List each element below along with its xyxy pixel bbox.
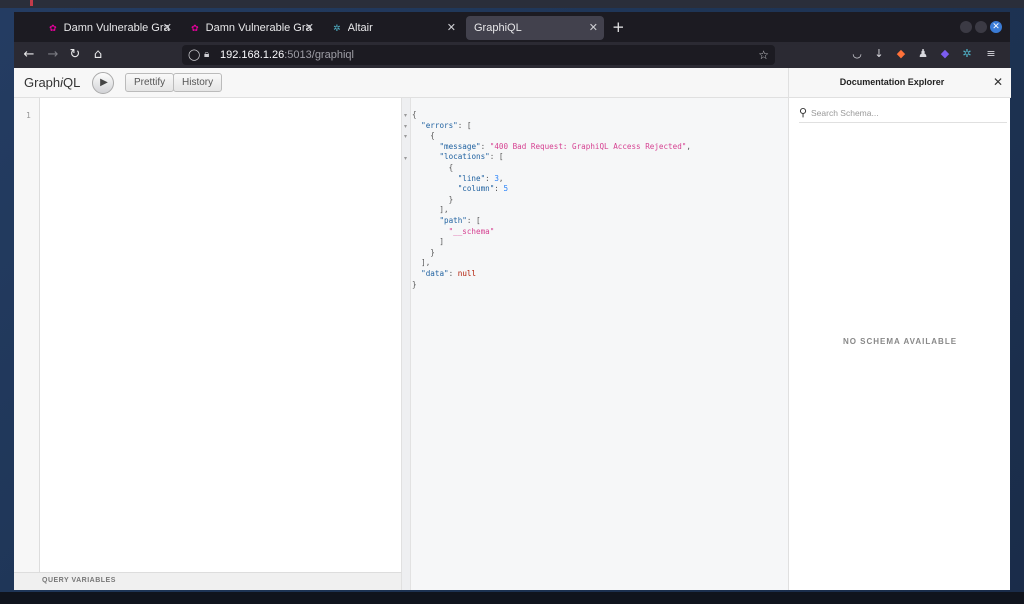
error-column: 5 [503, 184, 509, 194]
line-gutter: 1 [14, 98, 40, 572]
os-taskbar [0, 592, 1024, 604]
altair-icon: ✲ [333, 23, 341, 33]
tab-bar: ✿ Damn Vulnerable GraphQ ✕ ✿ Damn Vulner… [14, 12, 1010, 42]
graphiql-logo: GraphiQL [24, 75, 81, 90]
bookmark-star-icon[interactable]: ☆ [758, 45, 769, 65]
result-window: ▾ ▾ ▾ ▾ { "errors": [ { "message": "400 … [402, 98, 788, 590]
search-icon: ⚲ [799, 106, 808, 119]
no-schema-text: NO SCHEMA AVAILABLE [842, 337, 958, 346]
graphql-icon: ✿ [191, 23, 199, 33]
error-path: "__schema" [448, 226, 495, 236]
tab-dvga-2[interactable]: ✿ Damn Vulnerable GraphQ ✕ [182, 16, 320, 40]
panel-indicator [30, 0, 33, 6]
error-message: "400 Bad Request: GraphiQL Access Reject… [489, 141, 687, 151]
schema-search-input[interactable]: ⚲ Search Schema... [799, 105, 1007, 123]
altair-extension-icon[interactable]: ✲ [960, 47, 974, 61]
query-variables-label: QUERY VARIABLES [42, 577, 116, 584]
close-icon[interactable]: ✕ [163, 21, 172, 34]
tab-title: Damn Vulnerable GraphQ [63, 22, 170, 34]
minimize-button[interactable] [960, 21, 972, 33]
line-number: 1 [26, 111, 31, 120]
window-close-button[interactable]: ✕ [990, 21, 1002, 33]
watermark: @稀土掘金技术社区 [846, 570, 991, 589]
graphiql-toolbar: GraphiQL ▶ Prettify History [14, 68, 788, 98]
data-value: null [457, 268, 477, 278]
query-variables-bar[interactable]: QUERY VARIABLES [14, 572, 402, 590]
documentation-explorer: Documentation Explorer ✕ ⚲ Search Schema… [788, 68, 1011, 590]
execute-query-button[interactable]: ▶ [92, 72, 114, 94]
tab-graphiql[interactable]: GraphiQL ✕ [466, 16, 604, 40]
new-tab-button[interactable]: + [612, 19, 625, 35]
fold-arrow-icon[interactable]: ▾ [404, 112, 407, 119]
search-placeholder: Search Schema... [811, 108, 879, 118]
error-line: 3 [494, 173, 499, 183]
prettify-button[interactable]: Prettify [125, 73, 175, 92]
fold-arrow-icon[interactable]: ▾ [404, 133, 407, 140]
tab-title: GraphiQL [474, 22, 522, 34]
json-result: { "errors": [ { "message": "400 Bad Requ… [412, 110, 691, 289]
download-icon[interactable]: ↓ [872, 47, 886, 61]
firefox-extension-icon[interactable]: ◆ [894, 47, 908, 61]
fold-arrow-icon[interactable]: ▾ [404, 155, 407, 162]
tab-dvga-1[interactable]: ✿ Damn Vulnerable GraphQ ✕ [40, 16, 178, 40]
navigation-bar: ← → ↻ ⌂ ◯ 🔒︎ 192.168.1.26:5013/graphiql … [14, 42, 1010, 68]
graphql-icon: ✿ [49, 23, 57, 33]
lock-icon: 🔒︎ [204, 49, 210, 60]
close-icon[interactable]: ✕ [447, 21, 456, 34]
url-path: :5013/graphiql [284, 49, 354, 61]
close-icon[interactable]: ✕ [993, 75, 1003, 89]
tab-title: Damn Vulnerable GraphQ [205, 22, 312, 34]
forward-arrow-icon[interactable]: → [44, 46, 62, 64]
url-host: 192.168.1.26 [220, 49, 285, 61]
close-icon[interactable]: ✕ [305, 21, 314, 34]
os-top-panel [0, 0, 1024, 8]
extension-icon[interactable]: ♟ [916, 47, 930, 61]
fold-arrow-icon[interactable]: ▾ [404, 123, 407, 130]
pocket-icon[interactable]: ◡ [850, 47, 864, 61]
reload-icon[interactable]: ↻ [66, 46, 84, 64]
home-icon[interactable]: ⌂ [89, 46, 107, 64]
result-gutter [402, 98, 411, 590]
docs-header: Documentation Explorer ✕ [789, 68, 1011, 98]
maximize-button[interactable] [975, 21, 987, 33]
extension-icon[interactable]: ◆ [938, 47, 952, 61]
shield-icon: ◯ [188, 49, 201, 61]
docs-title: Documentation Explorer [839, 77, 945, 87]
menu-icon[interactable]: ≡ [984, 47, 998, 61]
page-content: GraphiQL ▶ Prettify History 1 QUERY VARI… [14, 68, 1011, 590]
history-button[interactable]: History [173, 73, 223, 92]
close-icon[interactable]: ✕ [589, 21, 598, 34]
url-bar[interactable]: ◯ 🔒︎ 192.168.1.26:5013/graphiql ☆ [182, 45, 775, 65]
tab-altair[interactable]: ✲ Altair ✕ [324, 16, 462, 40]
browser-window: ✿ Damn Vulnerable GraphQ ✕ ✿ Damn Vulner… [14, 12, 1011, 590]
tab-title: Altair [347, 22, 373, 34]
query-editor[interactable]: 1 [14, 98, 402, 572]
back-arrow-icon[interactable]: ← [20, 46, 38, 64]
